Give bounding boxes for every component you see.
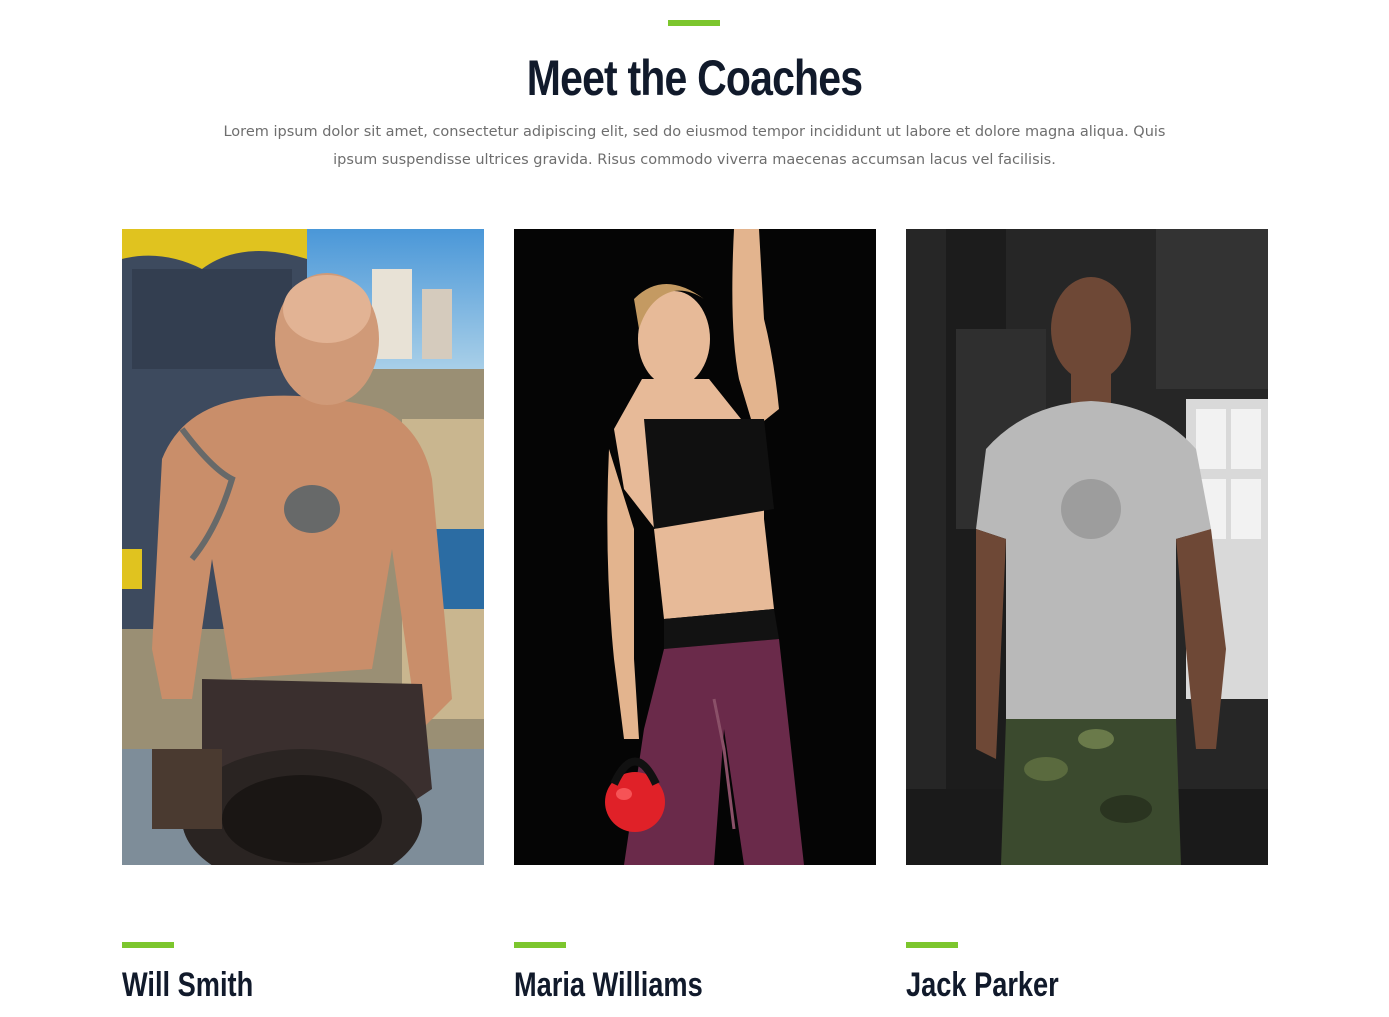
coach-name[interactable]: Will Smith [122,963,253,1007]
coach-name[interactable]: Jack Parker [906,963,1059,1007]
section-accent-bar [668,20,720,26]
coach-name[interactable]: Maria Williams [514,963,703,1007]
section-title: Meet the Coaches [526,50,863,106]
coach-accent-bar [514,942,566,948]
coach-photo[interactable] [906,229,1268,865]
coach-photo[interactable] [122,229,484,865]
coach-accent-bar [122,942,174,948]
coach-photo[interactable] [514,229,876,865]
section-description: Lorem ipsum dolor sit amet, consectetur … [223,124,1166,168]
coach-accent-bar [906,942,958,948]
